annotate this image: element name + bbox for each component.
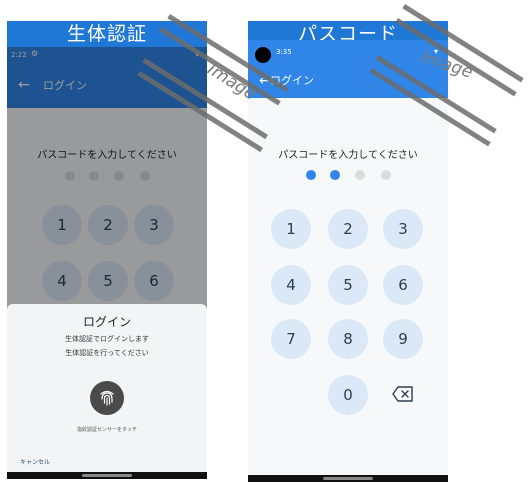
key-7[interactable]: 7 xyxy=(271,319,311,359)
key-3[interactable]: 3 xyxy=(383,209,423,249)
passcode-dot xyxy=(355,170,365,180)
dialog-instruction: 生体認証を行ってください xyxy=(65,349,149,357)
sensor-hint: 指紋認証センサーをタッチ xyxy=(76,427,137,433)
key-9[interactable]: 9 xyxy=(383,319,423,359)
passcode-dot-filled xyxy=(306,170,316,180)
key-1[interactable]: 1 xyxy=(271,209,311,249)
fingerprint-icon[interactable] xyxy=(90,381,124,415)
nav-bar xyxy=(248,475,448,482)
cancel-button[interactable]: キャンセル xyxy=(20,457,50,466)
left-phone-screen: 2:22 ⚙ ▾ ← ログイン パスコードを入力してください 1 2 3 4 5… xyxy=(7,47,207,479)
key-8[interactable]: 8 xyxy=(328,319,368,359)
home-indicator[interactable] xyxy=(323,477,373,480)
passcode-dot xyxy=(381,170,391,180)
key-2[interactable]: 2 xyxy=(328,209,368,249)
passcode-prompt: パスコードを入力してください xyxy=(278,150,418,161)
key-4[interactable]: 4 xyxy=(271,265,311,305)
dialog-message: 生体認証でログインします xyxy=(65,335,149,343)
key-0[interactable]: 0 xyxy=(328,375,368,415)
status-bar: 3:35 ▾ xyxy=(248,40,448,64)
camera-cutout xyxy=(255,47,271,63)
key-5[interactable]: 5 xyxy=(328,265,368,305)
status-time: 3:35 xyxy=(276,48,292,56)
backspace-icon[interactable] xyxy=(391,385,415,403)
key-6[interactable]: 6 xyxy=(383,265,423,305)
right-phone-screen: 3:35 ▾ ← ログイン パスコードを入力してください 1 2 3 4 5 6… xyxy=(248,40,448,482)
nav-bar xyxy=(7,472,207,479)
home-indicator[interactable] xyxy=(82,474,132,477)
passcode-dot-filled xyxy=(330,170,340,180)
biometric-dialog: ログイン 生体認証でログインします 生体認証を行ってください 指紋認証センサーを… xyxy=(7,304,207,472)
dialog-title: ログイン xyxy=(82,315,131,329)
